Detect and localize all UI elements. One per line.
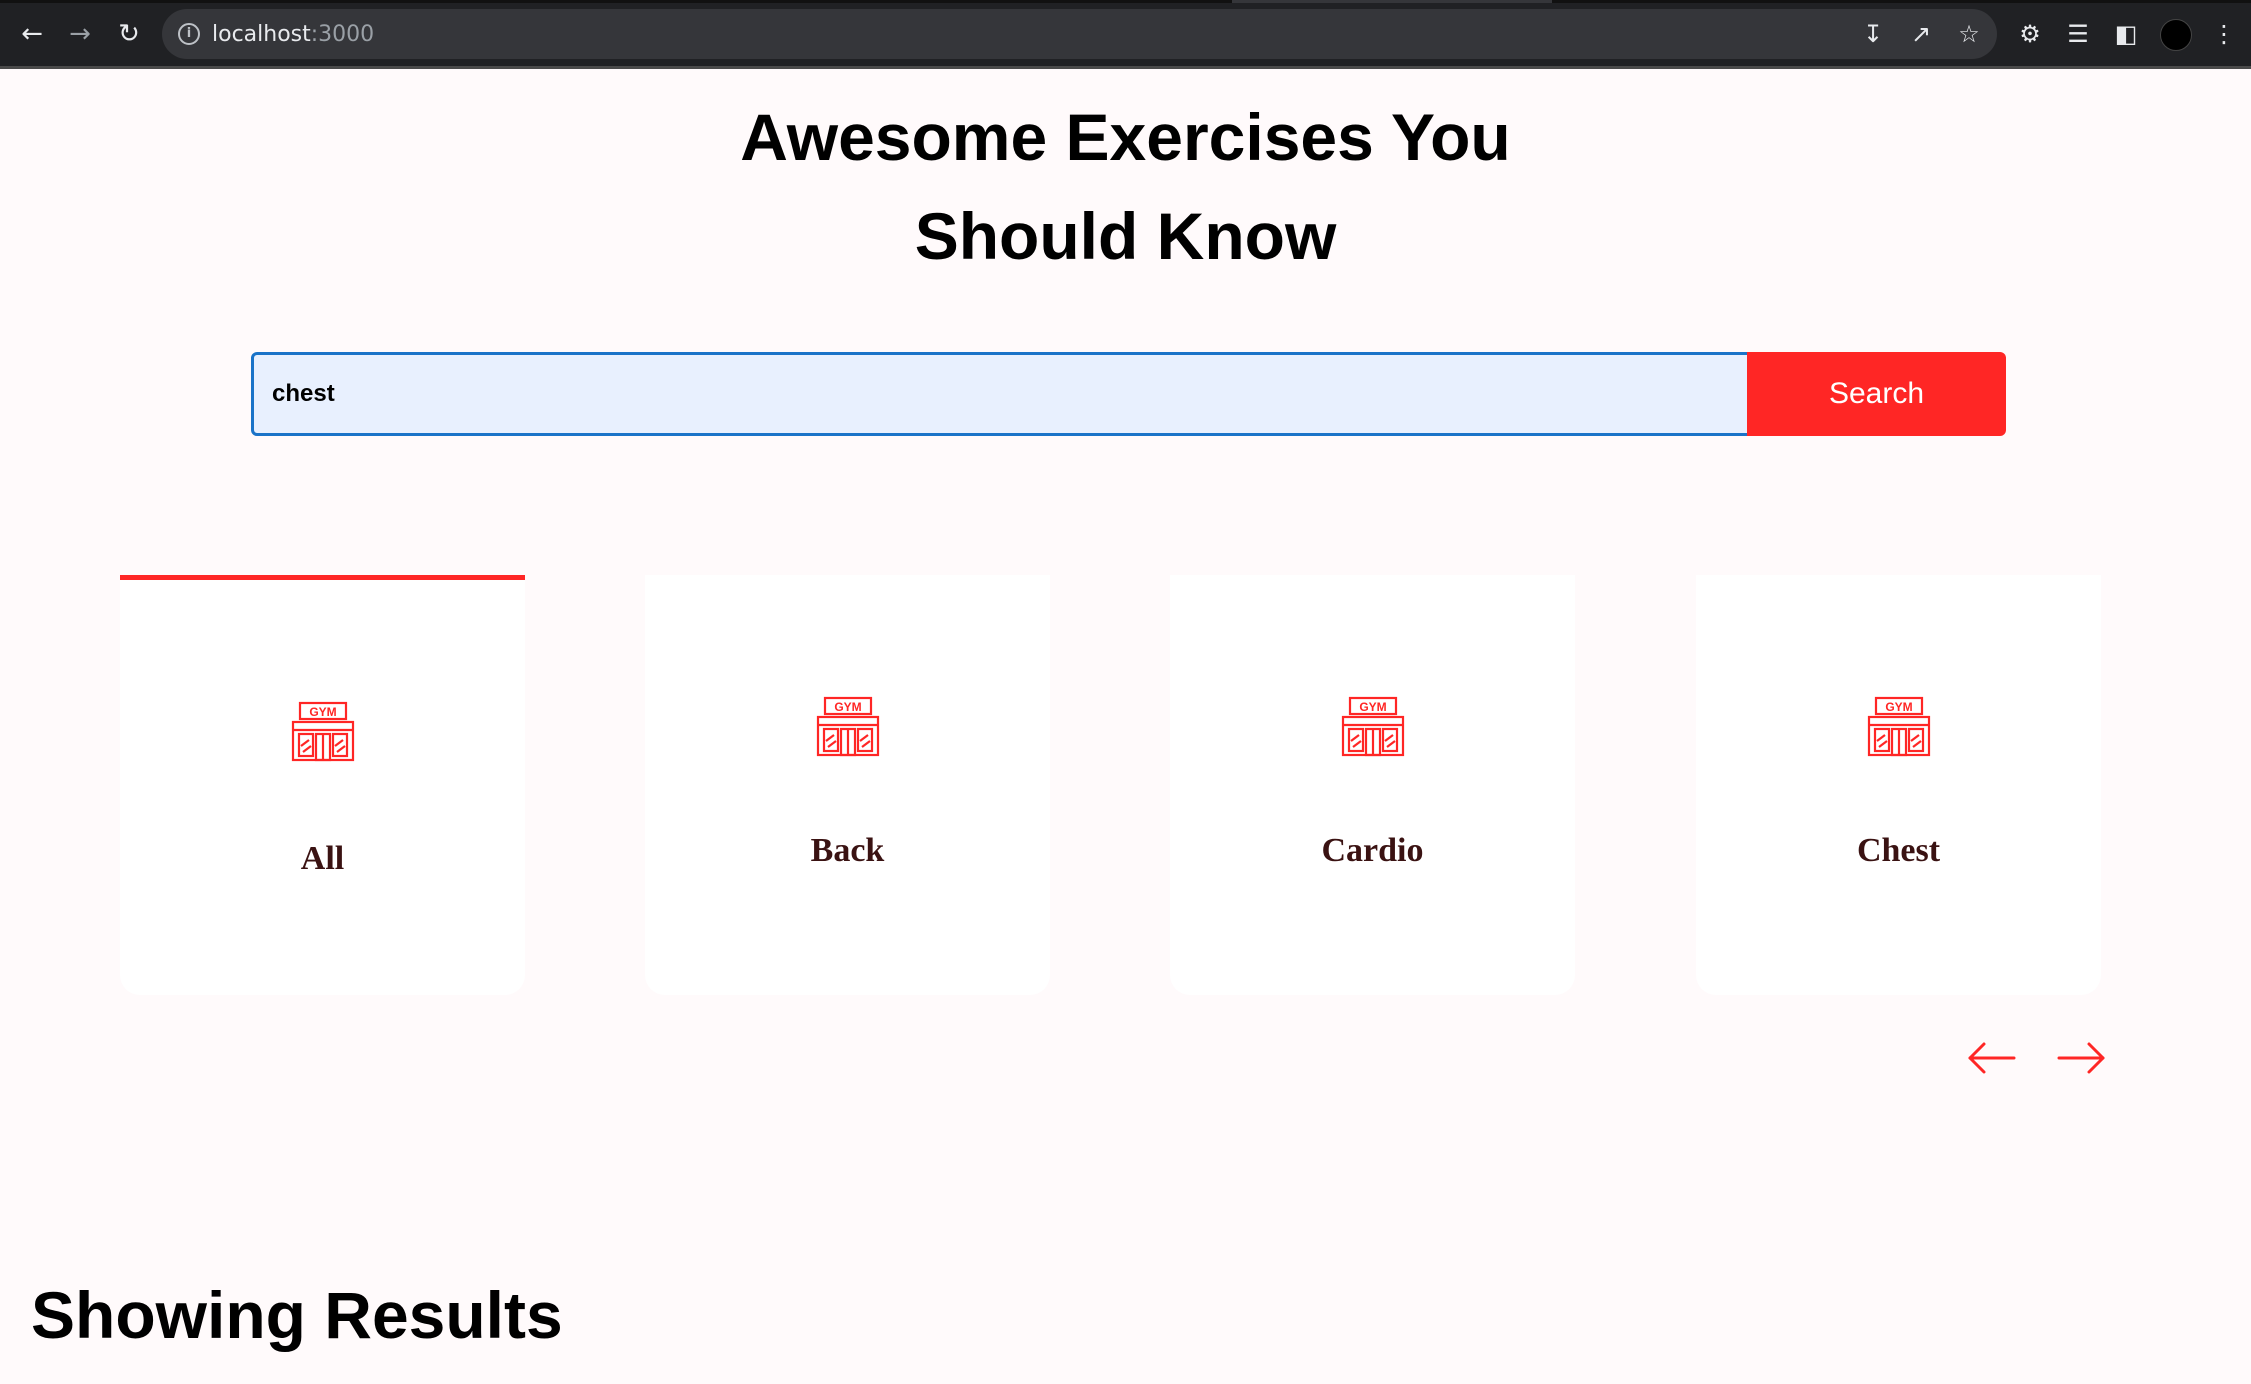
extensions-icon[interactable]: ⚙ [2014, 18, 2046, 50]
profile-avatar[interactable] [2160, 19, 2192, 51]
search-input[interactable] [251, 352, 1751, 436]
side-panel-icon[interactable]: ◧ [2110, 18, 2142, 50]
install-icon[interactable]: ↧ [1859, 20, 1887, 48]
svg-text:GYM: GYM [1359, 700, 1386, 714]
category-label: All [300, 840, 345, 877]
search-button[interactable]: Search [1747, 352, 2006, 436]
svg-text:GYM: GYM [1885, 700, 1912, 714]
page-title-line-1: Awesome Exercises You [740, 100, 1511, 174]
category-card-all[interactable]: GYM All [120, 575, 525, 995]
search-bar: Search [251, 352, 2006, 436]
back-icon[interactable]: ← [16, 18, 48, 50]
forward-icon[interactable]: → [64, 18, 96, 50]
gym-icon: GYM [1341, 696, 1405, 757]
reload-icon[interactable]: ↻ [113, 18, 145, 50]
address-bar[interactable]: i localhost:3000 ↧ ↗ ☆ [162, 9, 1997, 59]
gym-icon: GYM [291, 701, 355, 762]
media-icon[interactable]: ☰ [2062, 18, 2094, 50]
category-label: Chest [1856, 832, 1941, 869]
left-arrow-icon[interactable] [1966, 1034, 2018, 1082]
toolbar-divider [0, 66, 2251, 69]
page-title: Awesome Exercises You Should Know [0, 88, 2251, 286]
svg-text:GYM: GYM [834, 700, 861, 714]
category-card-chest[interactable]: GYM Chest [1696, 575, 2101, 995]
category-label: Cardio [1321, 832, 1424, 869]
menu-kebab-icon[interactable]: ⋮ [2208, 18, 2240, 50]
bookmark-star-icon[interactable]: ☆ [1955, 20, 1983, 48]
tab-strip [0, 0, 2251, 3]
category-card-back[interactable]: GYM Back [645, 575, 1050, 995]
url-text[interactable]: localhost:3000 [212, 22, 374, 47]
results-heading: Showing Results [31, 1278, 563, 1352]
browser-toolbar: ← → ↻ i localhost:3000 ↧ ↗ ☆ ⚙ ☰ ◧ ⋮ [0, 0, 2251, 69]
right-arrow-icon[interactable] [2055, 1034, 2107, 1082]
gym-icon: GYM [1867, 696, 1931, 757]
category-card-cardio[interactable]: GYM Cardio [1170, 575, 1575, 995]
gym-icon: GYM [816, 696, 880, 757]
site-info-icon[interactable]: i [178, 23, 200, 45]
share-icon[interactable]: ↗ [1907, 20, 1935, 48]
page-title-line-2: Should Know [914, 199, 1337, 273]
category-label: Back [810, 832, 885, 869]
svg-text:GYM: GYM [309, 705, 336, 719]
